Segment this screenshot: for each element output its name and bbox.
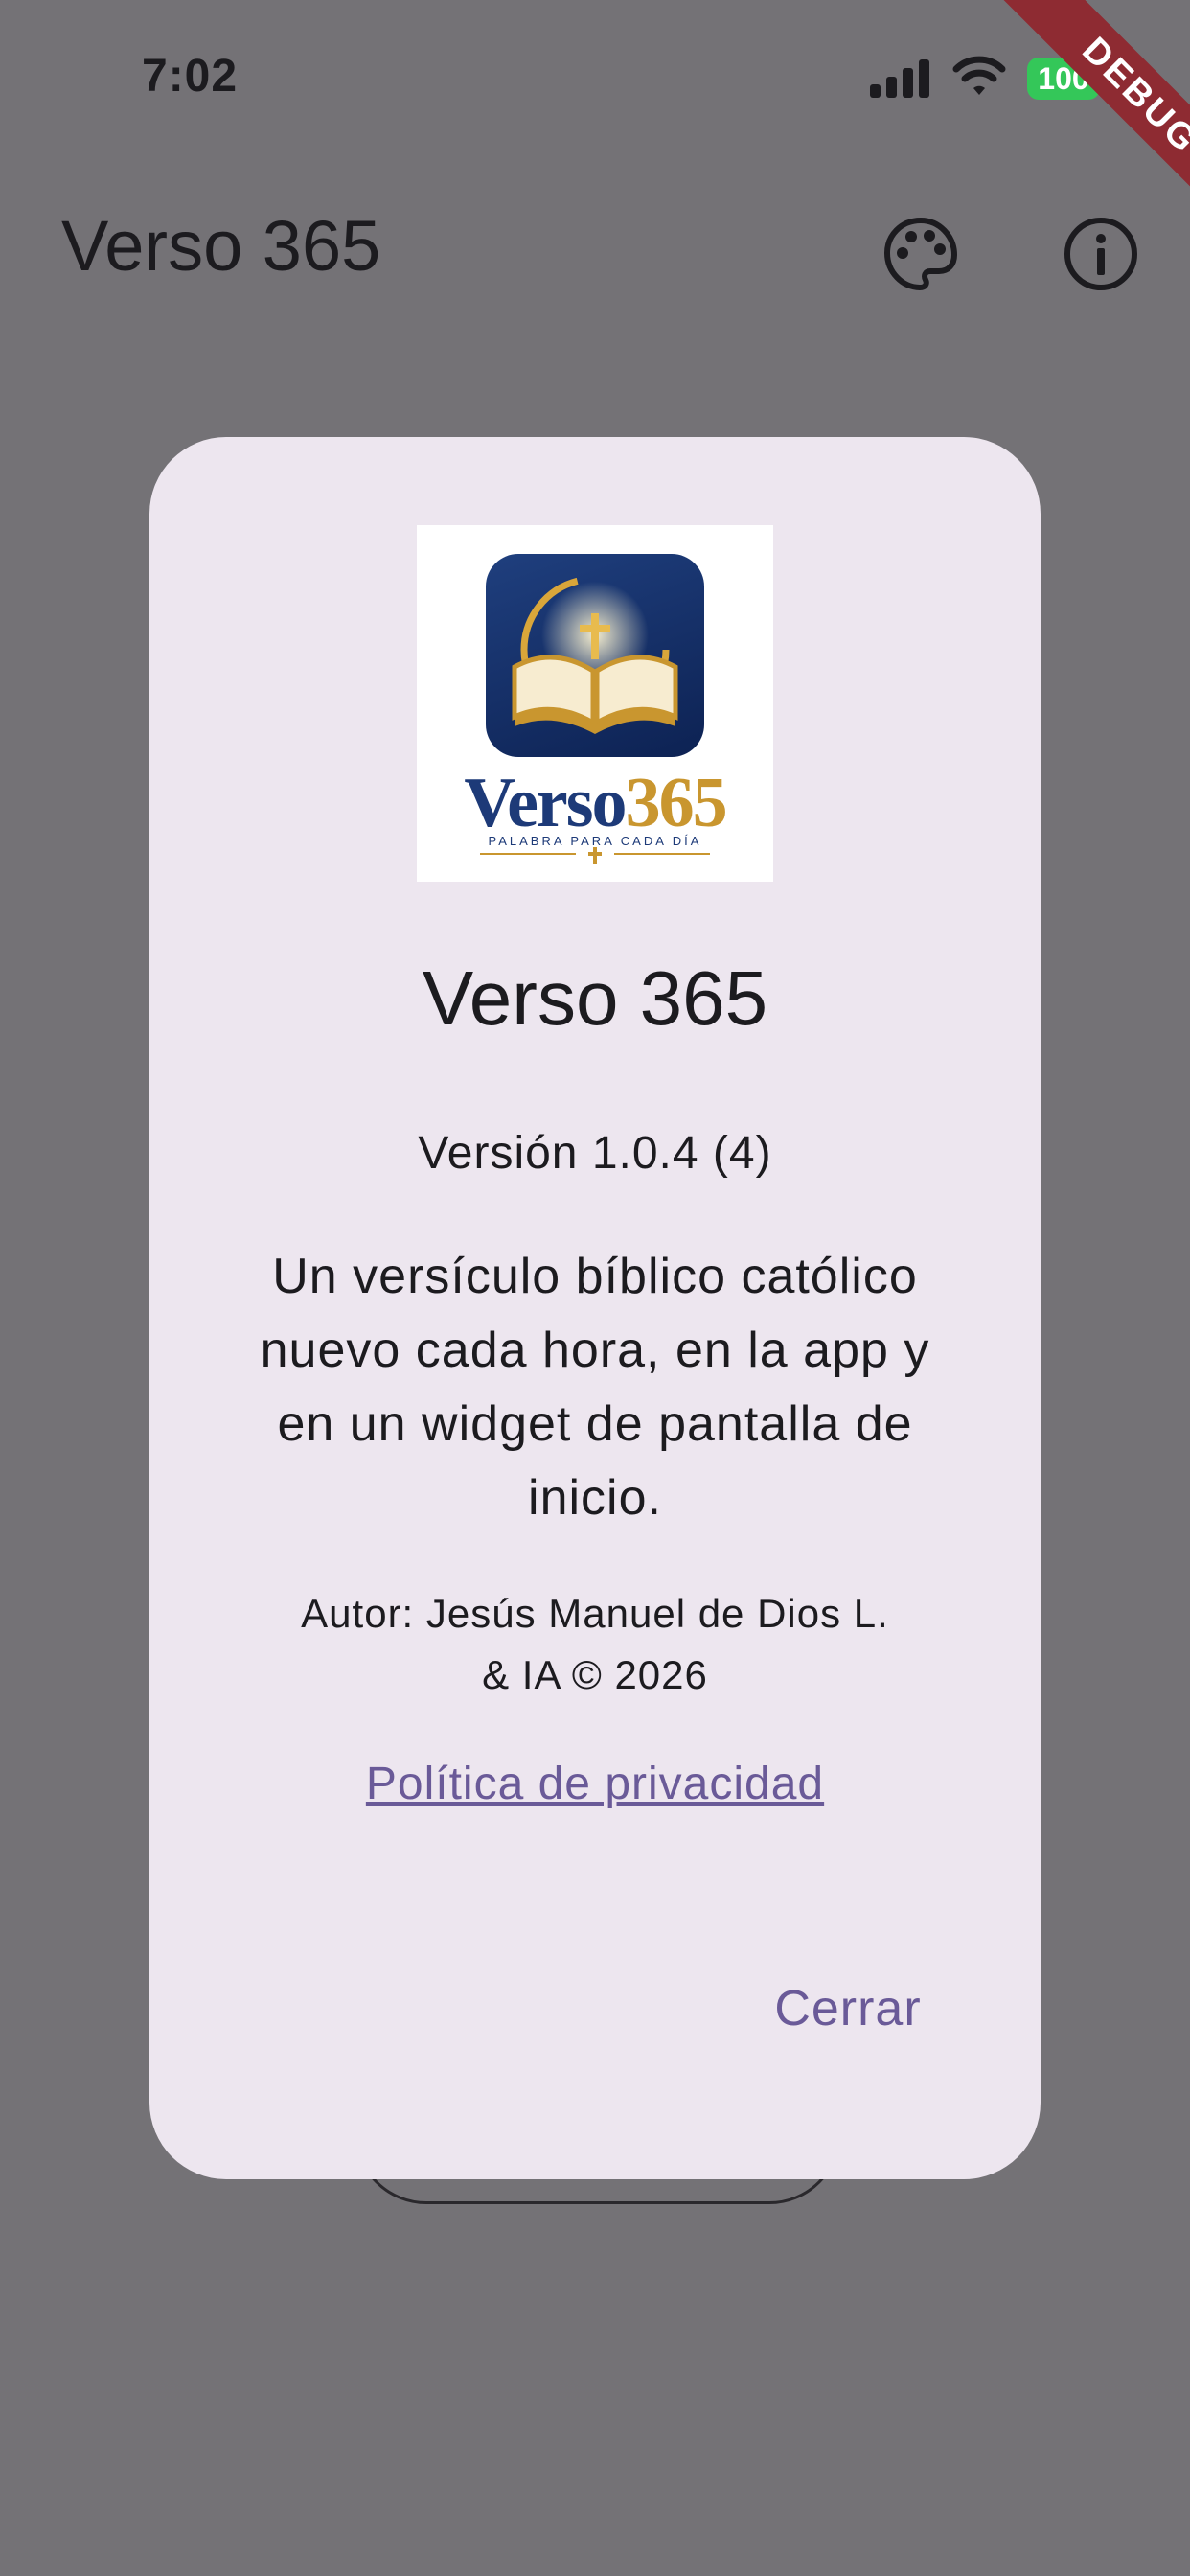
cross-icon [588, 847, 602, 864]
app-icon [486, 554, 704, 757]
cellular-signal-icon [870, 59, 929, 98]
info-icon[interactable] [1060, 213, 1142, 295]
open-bible-icon [512, 575, 678, 734]
app-title: Verso 365 [61, 206, 381, 286]
close-button[interactable]: Cerrar [728, 1965, 968, 2053]
app-version: Versión 1.0.4 (4) [418, 1128, 772, 1179]
wifi-icon [952, 56, 1006, 95]
dialog-title: Verso 365 [422, 955, 768, 1041]
app-description: Un versículo bíblico católico nuevo cada… [260, 1249, 930, 1526]
logo-tagline: PALABRA PARA CADA DÍA [488, 834, 702, 848]
author-credit: Autor: Jesús Manuel de Dios L. & IA © 20… [226, 1583, 964, 1706]
logo-divider-left [480, 853, 576, 855]
app-logo: Verso365 PALABRA PARA CADA DÍA [417, 525, 773, 882]
logo-divider-right [614, 853, 710, 855]
author-line-2: & IA © 2026 [482, 1652, 708, 1697]
palette-icon[interactable] [880, 213, 962, 295]
logo-wordmark: Verso365 [464, 764, 727, 842]
debug-banner: DEBUG [997, 0, 1190, 239]
privacy-policy-link[interactable]: Política de privacidad [149, 1758, 1041, 1810]
author-line-1: Autor: Jesús Manuel de Dios L. [301, 1591, 889, 1636]
about-dialog: Verso365 PALABRA PARA CADA DÍA Verso 365… [149, 437, 1041, 2179]
status-time: 7:02 [142, 51, 239, 102]
